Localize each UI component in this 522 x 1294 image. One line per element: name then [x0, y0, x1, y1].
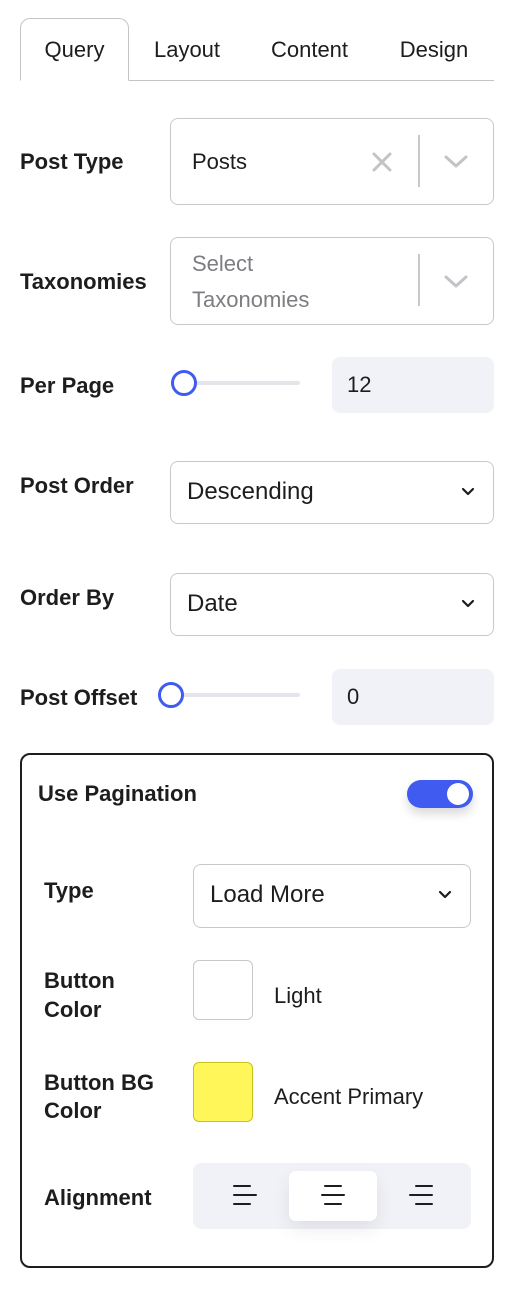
chevron-down-icon	[461, 462, 475, 545]
align-right-icon	[409, 1185, 433, 1205]
chevron-down-icon[interactable]	[444, 275, 468, 294]
align-left-icon	[233, 1185, 257, 1205]
chevron-down-icon[interactable]	[444, 155, 468, 174]
post-offset-slider-track[interactable]	[164, 693, 300, 697]
align-center-button[interactable]	[289, 1171, 377, 1221]
button-bg-color-value: Accent Primary	[274, 1084, 424, 1109]
tab-query[interactable]: Query	[20, 18, 129, 81]
use-pagination-label: Use Pagination	[38, 781, 197, 806]
taxonomies-placeholder-line1: Select	[192, 251, 254, 276]
tab-bar: Query Layout Content Design	[20, 18, 494, 81]
taxonomies-placeholder-line2: Taxonomies	[192, 287, 310, 312]
select-separator	[418, 135, 420, 187]
button-bg-color-label-line1: Button BG	[44, 1070, 154, 1095]
clear-icon[interactable]	[371, 151, 393, 178]
button-bg-color-swatch[interactable]	[193, 1062, 253, 1122]
tab-content[interactable]: Content	[245, 18, 374, 81]
post-order-label: Post Order	[20, 473, 134, 498]
use-pagination-toggle[interactable]	[407, 780, 473, 808]
post-order-value: Descending	[187, 478, 314, 505]
taxonomies-label: Taxonomies	[20, 269, 147, 294]
chevron-down-icon	[461, 574, 475, 657]
button-color-value: Light	[274, 983, 322, 1008]
order-by-value: Date	[187, 590, 238, 617]
chevron-down-icon	[438, 865, 452, 948]
select-separator	[418, 254, 420, 306]
post-type-value: Posts	[192, 149, 248, 174]
post-offset-input[interactable]: 0	[332, 669, 494, 725]
align-center-icon	[321, 1185, 345, 1205]
per-page-label: Per Page	[20, 373, 115, 398]
post-order-select[interactable]: Descending	[170, 461, 494, 524]
toggle-knob	[447, 783, 469, 805]
tab-design[interactable]: Design	[374, 18, 494, 81]
alignment-label: Alignment	[44, 1185, 152, 1210]
pagination-type-value: Load More	[210, 881, 325, 908]
button-bg-color-label-line2: Color	[44, 1098, 102, 1123]
align-right-button[interactable]	[377, 1171, 465, 1221]
pagination-type-select[interactable]: Load More	[193, 864, 471, 928]
post-type-label: Post Type	[20, 149, 124, 174]
post-offset-slider-thumb[interactable]	[158, 682, 184, 708]
tab-layout[interactable]: Layout	[129, 18, 245, 81]
per-page-input[interactable]: 12	[332, 357, 494, 413]
post-offset-label: Post Offset	[20, 685, 138, 710]
order-by-select[interactable]: Date	[170, 573, 494, 636]
alignment-group	[193, 1163, 471, 1229]
button-color-label-line2: Color	[44, 997, 102, 1022]
pagination-type-label: Type	[44, 878, 94, 903]
align-left-button[interactable]	[201, 1171, 289, 1221]
button-color-swatch[interactable]	[193, 960, 253, 1020]
post-type-select[interactable]: Posts	[170, 118, 494, 205]
per-page-slider-thumb[interactable]	[171, 370, 197, 396]
button-color-label-line1: Button	[44, 968, 115, 993]
taxonomies-select[interactable]: Select Taxonomies	[170, 237, 494, 325]
order-by-label: Order By	[20, 585, 115, 610]
